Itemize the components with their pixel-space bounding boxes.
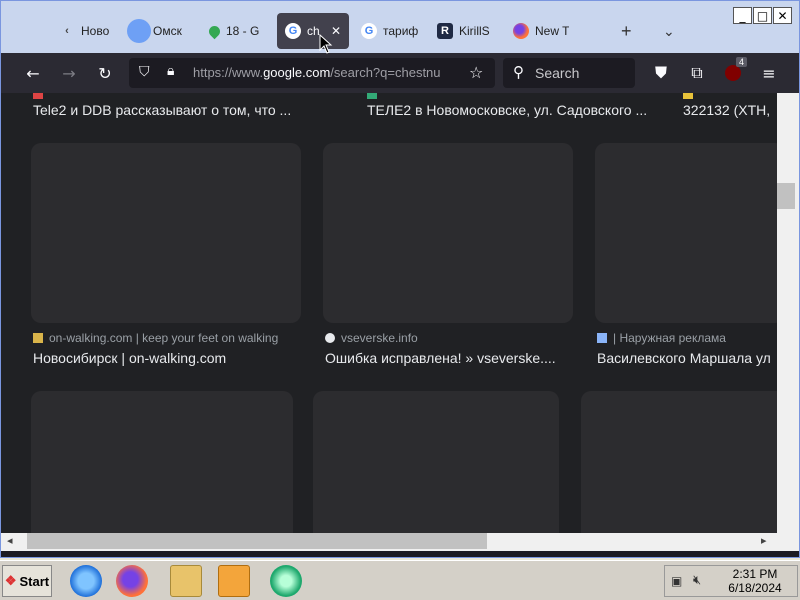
tab-new[interactable]: New T xyxy=(513,13,571,49)
tab-novo[interactable]: ‹ Ново xyxy=(59,13,111,49)
new-tab-button[interactable]: + xyxy=(621,13,641,49)
media-player-icon[interactable] xyxy=(218,565,250,597)
site-favicon-icon xyxy=(325,333,335,343)
scroll-left-arrow-icon[interactable]: ◂ xyxy=(7,534,13,547)
horizontal-scroll-thumb[interactable] xyxy=(27,533,487,549)
horizontal-scrollbar[interactable]: ◂ ▸ xyxy=(1,533,799,551)
maps-pin-icon xyxy=(209,23,223,39)
result-title[interactable]: ТЕЛЕ2 в Новомосковске, ул. Садовского ..… xyxy=(367,102,657,118)
blue-circle-icon xyxy=(127,19,151,43)
internet-explorer-icon[interactable] xyxy=(70,565,102,597)
result-image-card[interactable] xyxy=(31,391,293,533)
result-image-card[interactable] xyxy=(323,143,573,323)
tab-maps[interactable]: 18 - G xyxy=(209,13,265,49)
site-favicon-icon xyxy=(33,333,43,343)
tab-google-active[interactable]: G ch ✕ xyxy=(277,13,349,49)
start-button[interactable]: ❖ Start xyxy=(2,565,52,597)
volume-muted-icon[interactable]: 🔇︎ xyxy=(693,573,701,588)
firefox-icon xyxy=(513,23,529,39)
extension-badge: 4 xyxy=(735,57,747,67)
result-title[interactable]: Василевского Маршала ул xyxy=(597,350,777,366)
r-logo-icon: R xyxy=(437,23,453,39)
folder-icon[interactable] xyxy=(170,565,202,597)
result-source-partial xyxy=(367,93,627,101)
maximize-button[interactable]: □ xyxy=(753,7,772,24)
minimize-button[interactable]: _ xyxy=(733,7,752,24)
app-teal-icon[interactable] xyxy=(270,565,302,597)
result-source-partial xyxy=(683,93,777,101)
result-source[interactable]: vseverske.info xyxy=(325,331,575,345)
vertical-scroll-thumb[interactable] xyxy=(777,183,795,209)
windows-logo-icon: ❖ xyxy=(4,573,17,588)
chevron-left-icon: ‹ xyxy=(65,25,69,37)
site-favicon-icon xyxy=(597,333,607,343)
firefox-taskbar-icon[interactable] xyxy=(116,565,148,597)
mouse-cursor-icon xyxy=(319,34,333,54)
result-title[interactable]: Tele2 и DDB рассказывают о том, что ... xyxy=(33,102,305,118)
google-icon: G xyxy=(361,23,377,39)
address-bar[interactable]: ⛉ 🔒︎ https://www.google.com/search?q=che… xyxy=(129,58,495,88)
bookmark-star-icon[interactable]: ☆ xyxy=(469,63,483,82)
menu-hamburger-icon[interactable]: ≡ xyxy=(757,61,781,85)
result-title[interactable]: Новосибирск | on-walking.com xyxy=(33,350,303,366)
search-placeholder: Search xyxy=(535,65,580,81)
browser-window: _ □ ✕ ‹ Ново Омск 18 - G G ch ✕ G тариф … xyxy=(0,0,800,558)
result-source-partial xyxy=(33,93,293,101)
vertical-scrollbar[interactable] xyxy=(777,93,799,533)
pocket-icon[interactable]: ⛊ xyxy=(649,61,673,85)
search-box[interactable]: ⚲ Search xyxy=(503,58,635,88)
result-image-card[interactable] xyxy=(581,391,777,533)
navigation-toolbar: ← → ↻ ⛉ 🔒︎ https://www.google.com/search… xyxy=(1,53,799,93)
url-text[interactable]: https://www.google.com/search?q=chestnu xyxy=(193,65,461,80)
shield-icon[interactable]: ⛉ xyxy=(139,64,150,80)
lock-icon[interactable]: 🔒︎ xyxy=(167,63,174,79)
taskbar: ❖ Start ▣ 🔇︎ 2:31 PM 6/18/2024 xyxy=(0,560,800,600)
reload-icon[interactable]: ↻ xyxy=(93,61,117,85)
result-title[interactable]: Ошибка исправлена! » vseverske.... xyxy=(325,350,575,366)
google-icon: G xyxy=(285,23,301,39)
tab-omsk[interactable]: Омск xyxy=(127,13,187,49)
network-icon[interactable]: ▣ xyxy=(671,574,682,588)
tab-kirill[interactable]: R KirillS xyxy=(437,13,495,49)
system-tray: ▣ 🔇︎ 2:31 PM 6/18/2024 xyxy=(664,565,798,597)
result-source[interactable]: on-walking.com | keep your feet on walki… xyxy=(33,331,303,345)
result-image-card[interactable] xyxy=(595,143,777,323)
result-image-card[interactable] xyxy=(31,143,301,323)
extensions-puzzle-icon[interactable]: ⧉ xyxy=(685,61,709,85)
search-icon: ⚲ xyxy=(513,64,524,81)
ublock-icon[interactable]: 4 xyxy=(721,57,747,85)
tab-tarif[interactable]: G тариф xyxy=(361,13,423,49)
close-window-button[interactable]: ✕ xyxy=(773,7,792,24)
result-image-card[interactable] xyxy=(313,391,559,533)
forward-arrow-icon[interactable]: → xyxy=(57,61,81,85)
result-source[interactable]: | Наружная реклама xyxy=(597,331,777,345)
list-tabs-icon[interactable]: ⌄ xyxy=(663,13,679,49)
tab-bar: _ □ ✕ ‹ Ново Омск 18 - G G ch ✕ G тариф … xyxy=(1,1,799,53)
result-title[interactable]: 322132 (XTH, xyxy=(683,102,777,118)
back-arrow-icon[interactable]: ← xyxy=(21,61,45,85)
image-results: Tele2 и DDB рассказывают о том, что ... … xyxy=(1,93,777,533)
scroll-right-arrow-icon[interactable]: ▸ xyxy=(761,534,767,547)
clock[interactable]: 2:31 PM 6/18/2024 xyxy=(715,567,795,595)
